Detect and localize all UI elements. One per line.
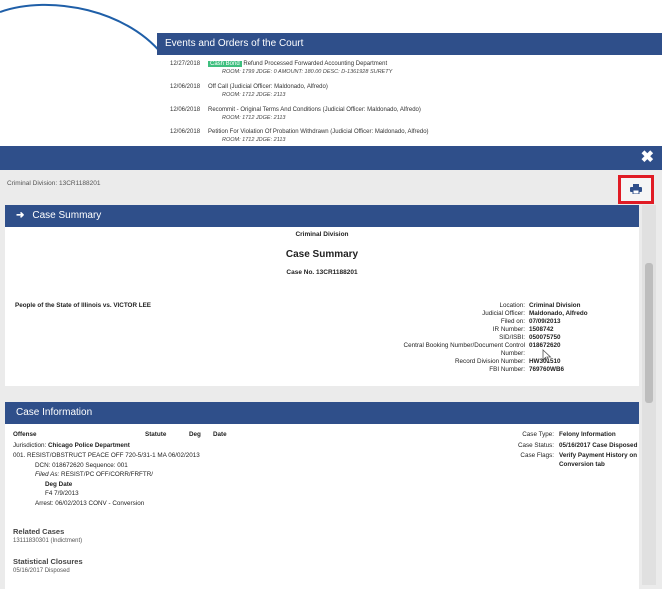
division-label: Criminal Division bbox=[295, 231, 349, 238]
col-offense: Offense bbox=[13, 431, 37, 438]
case-type-label: Case Type: bbox=[522, 431, 554, 438]
case-flags-value-2: Conversion tab bbox=[559, 461, 605, 468]
col-deg: Deg bbox=[189, 431, 201, 438]
arrest-line: Arrest: 06/02/2013 CONV - Conversion bbox=[35, 500, 145, 507]
filed-as-value: RESIST/PC OFF/CORR/FRFTR/ bbox=[61, 471, 154, 478]
print-icon bbox=[630, 184, 642, 194]
case-information-header[interactable]: Case Information bbox=[5, 402, 639, 424]
case-summary-header[interactable]: ➜ Case Summary bbox=[5, 205, 639, 227]
field-label: Filed on: bbox=[500, 318, 525, 325]
field-label: Number: bbox=[500, 350, 525, 357]
col-date: Date bbox=[213, 431, 227, 438]
field-label: Central Booking Number/Document Control bbox=[403, 342, 525, 349]
field-value: Criminal Division bbox=[529, 302, 581, 309]
event-desc: Recommit - Original Terms And Conditions… bbox=[208, 107, 421, 113]
event-date: 12/06/2018 bbox=[170, 84, 201, 90]
case-status-label: Case Status: bbox=[517, 442, 554, 449]
event-date: 12/06/2018 bbox=[170, 129, 201, 135]
breadcrumb: Criminal Division: 13CR1188201 bbox=[7, 180, 101, 187]
jurisdiction: Jurisdiction: Chicago Police Department bbox=[13, 442, 130, 449]
jurisdiction-label: Jurisdiction: bbox=[13, 442, 47, 449]
mouse-cursor-icon bbox=[542, 349, 552, 363]
event-date: 12/27/2018 bbox=[170, 61, 201, 67]
event-sub: ROOM: 1712 JDGE: 2113 bbox=[222, 92, 286, 98]
field-value: 769760WB6 bbox=[529, 366, 565, 373]
deg-date-head: Deg Date bbox=[45, 481, 73, 488]
event-sub: ROOM: 1712 JDGE: 2113 bbox=[222, 115, 286, 121]
field-value: 018672620 bbox=[529, 342, 561, 349]
case-information-panel: Case Information Offense Statute Deg Dat… bbox=[5, 402, 639, 589]
field-value: 1508742 bbox=[529, 326, 554, 333]
filed-as: Filed As: RESIST/PC OFF/CORR/FRFTR/ bbox=[35, 471, 153, 478]
field-value: 07/09/2013 bbox=[529, 318, 561, 325]
close-icon[interactable]: ✖ bbox=[641, 148, 654, 168]
scrollbar-thumb[interactable] bbox=[645, 263, 653, 403]
related-cases-title: Related Cases bbox=[13, 527, 65, 536]
scrollbar[interactable] bbox=[642, 205, 656, 585]
summary-title: Case Summary bbox=[285, 249, 359, 260]
field-label: Judicial Officer: bbox=[482, 310, 525, 317]
filed-as-label: Filed As: bbox=[35, 471, 60, 478]
print-button[interactable] bbox=[618, 175, 654, 204]
field-value: Maldonado, Alfredo bbox=[529, 310, 588, 317]
offense-line: 001. RESIST/OBSTRUCT PEACE OFF 720-5/31-… bbox=[13, 452, 200, 459]
arrow-right-icon: ➜ bbox=[16, 210, 25, 221]
events-header: Events and Orders of the Court bbox=[157, 33, 662, 55]
case-number: Case No. 13CR1188201 bbox=[286, 269, 358, 276]
event-desc: Petition For Violation Of Probation With… bbox=[208, 129, 429, 135]
case-flags-value-1: Verify Payment History on bbox=[559, 452, 638, 459]
events-card: Events and Orders of the Court 12/27/201… bbox=[157, 0, 662, 146]
field-label: SID/ISBI: bbox=[499, 334, 525, 341]
dcn-line: DCN: 018672620 Sequence: 001 bbox=[35, 462, 128, 469]
event-desc-text: Refund Processed Forwarded Accounting De… bbox=[243, 61, 388, 67]
statistical-closures-title: Statistical Closures bbox=[13, 557, 83, 566]
event-desc: Cash Bond Refund Processed Forwarded Acc… bbox=[208, 61, 387, 67]
case-summary-header-label: Case Summary bbox=[32, 210, 102, 221]
event-desc: Off Call (Judicial Officer: Maldonado, A… bbox=[208, 84, 328, 90]
cash-bond-badge: Cash Bond bbox=[208, 61, 242, 67]
jurisdiction-value: Chicago Police Department bbox=[48, 442, 130, 449]
field-label: IR Number: bbox=[492, 326, 525, 333]
col-statute: Statute bbox=[145, 431, 167, 438]
event-sub: ROOM: 1799 JDGE: 0 AMOUNT: 180.00 DESC: … bbox=[222, 69, 393, 75]
field-label: Record Division Number: bbox=[455, 358, 525, 365]
statistical-closures-value: 05/16/2017 Disposed bbox=[13, 568, 70, 574]
modal-title-bar: ✖ bbox=[0, 146, 662, 170]
event-date: 12/06/2018 bbox=[170, 107, 201, 113]
case-type-value: Felony Information bbox=[559, 431, 616, 438]
deg-date-value: F4 7/9/2013 bbox=[45, 490, 79, 497]
field-label: FBI Number: bbox=[489, 366, 525, 373]
event-sub: ROOM: 1712 JDGE: 2113 bbox=[222, 137, 286, 143]
field-value: 050075750 bbox=[529, 334, 561, 341]
field-label: Location: bbox=[499, 302, 525, 309]
summary-fields: Location: Criminal Division Judicial Off… bbox=[5, 302, 639, 387]
related-cases-value: 13111830301 (Indictment) bbox=[13, 538, 83, 544]
case-status-value: 05/16/2017 Case Disposed bbox=[559, 442, 638, 449]
case-flags-label: Case Flags: bbox=[520, 452, 554, 459]
